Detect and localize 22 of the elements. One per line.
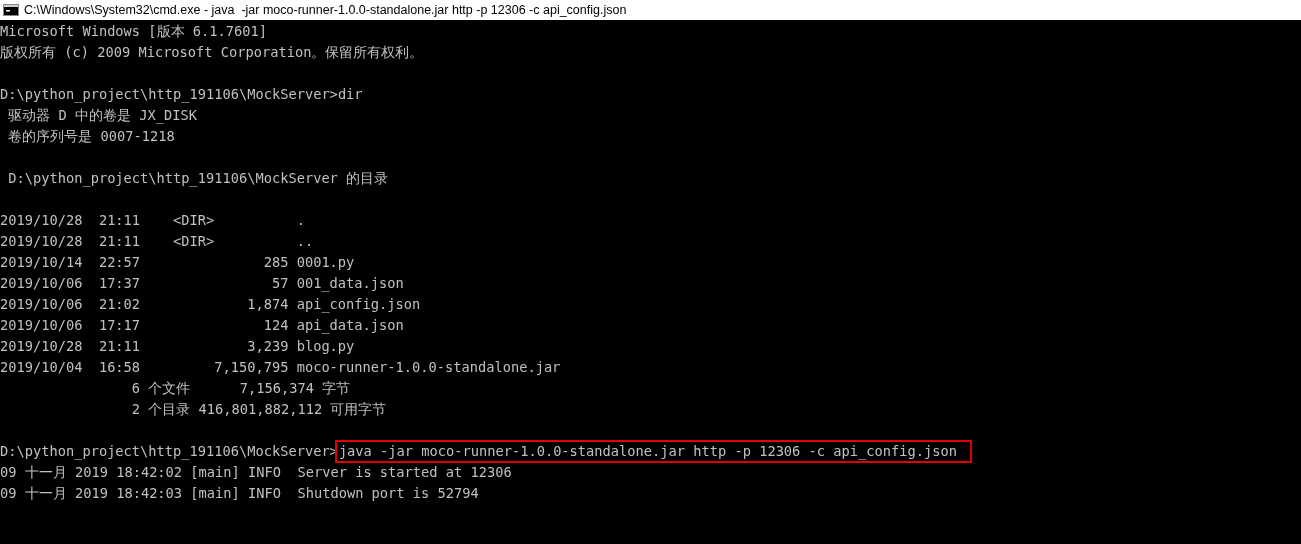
console-line: D:\python_project\http_191106\MockServer 的目录	[7, 169, 390, 189]
console-line: 版权所有 (c) 2009 Microsoft Corporation。保留所有权利。	[0, 43, 425, 62]
window-title: C:\Windows\System32\cmd.exe - java -jar moco-runner-1.0.0-standalone.jar http -p 12306 -c api_config.json	[24, 3, 627, 17]
console-line: 驱动器 D 中的卷是 JX_DISK	[7, 106, 198, 126]
console-line: Microsoft Windows [版本 6.1.7601]	[0, 22, 268, 41]
console-line: 2019/10/06 17:37 57 001_data.json	[0, 274, 405, 294]
console-line: 09 十一月 2019 18:42:02 [main] INFO Server is started at 12306	[0, 463, 513, 482]
command-prompt: D:\python_project\http_191106\MockServer>	[0, 86, 338, 102]
console-line: 2019/10/28 21:11 <DIR> .	[0, 211, 306, 230]
console-line: 6 个文件 7,156,374 字节	[130, 379, 352, 398]
console-line: 09 十一月 2019 18:42:03 [main] INFO Shutdown port is 52794	[0, 484, 480, 503]
console-line: 2019/10/14 22:57 285 0001.py	[0, 253, 356, 272]
typed-command: dir	[337, 86, 363, 102]
console-line: 2019/10/06 21:02 1,874 api_config.json	[0, 295, 422, 315]
console-line: 2019/10/04 16:58 7,150,795 moco-runner-1.0.0-standalone.jar	[0, 358, 562, 377]
typed-command: java -jar moco-runner-1.0.0-standalone.jar http -p 12306 -c api_config.json	[337, 443, 969, 460]
console-line: 2019/10/06 17:17 124 api_data.json	[0, 316, 405, 336]
console-line: 2019/10/28 21:11 <DIR> ..	[0, 232, 315, 251]
console-line: 2 个目录 416,801,882,112 可用字节	[130, 400, 388, 419]
console-icon	[3, 4, 19, 16]
console-line: 2019/10/28 21:11 3,239 blog.py	[0, 337, 356, 356]
console-line: 卷的序列号是 0007-1218	[7, 127, 176, 146]
